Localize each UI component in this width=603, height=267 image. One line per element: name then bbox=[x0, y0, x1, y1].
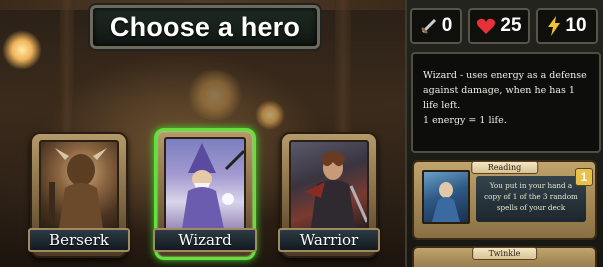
attack-stat: 0 bbox=[410, 8, 462, 44]
hero-card-berserk[interactable]: Berserk bbox=[28, 132, 130, 258]
wizard-portrait bbox=[164, 137, 246, 231]
skill-card-twinkle[interactable]: Twinkle bbox=[412, 246, 597, 267]
skill-title: Twinkle bbox=[471, 247, 538, 260]
hero-nameplate: Wizard bbox=[153, 228, 257, 252]
page-title: Choose a hero bbox=[109, 11, 301, 42]
skill-title: Reading bbox=[470, 161, 539, 174]
hero-name: Warrior bbox=[299, 231, 359, 249]
hero-card-warrior[interactable]: Warrior bbox=[278, 132, 380, 258]
hero-name: Wizard bbox=[178, 231, 232, 249]
energy-value: 10 bbox=[565, 15, 587, 36]
heart-icon bbox=[476, 17, 496, 35]
skill-description: You put in your hand a copy of 1 of the … bbox=[476, 176, 586, 222]
lightning-icon bbox=[547, 16, 561, 36]
hero-nameplate: Berserk bbox=[28, 228, 130, 252]
description-energy-rule: 1 energy = 1 life. bbox=[423, 115, 507, 126]
skill-card-reading[interactable]: Reading You put in your hand a copy of 1… bbox=[412, 160, 597, 240]
warrior-portrait bbox=[289, 140, 369, 230]
hero-description: Wizard - uses energy as a defense agains… bbox=[411, 52, 601, 153]
title-panel: Choose a hero bbox=[90, 5, 320, 49]
skill-cost: 1 bbox=[575, 168, 593, 186]
health-value: 25 bbox=[500, 15, 522, 36]
hero-nameplate: Warrior bbox=[278, 228, 380, 252]
sword-icon bbox=[420, 17, 438, 35]
skill-art bbox=[422, 170, 470, 224]
hero-card-wizard[interactable]: Wizard bbox=[153, 128, 257, 260]
energy-stat: 10 bbox=[536, 8, 598, 44]
description-text: Wizard - uses energy as a defense agains… bbox=[423, 70, 587, 111]
health-stat: 25 bbox=[468, 8, 530, 44]
hero-name: Berserk bbox=[49, 231, 109, 249]
attack-value: 0 bbox=[441, 15, 453, 36]
berserk-portrait bbox=[39, 140, 119, 230]
